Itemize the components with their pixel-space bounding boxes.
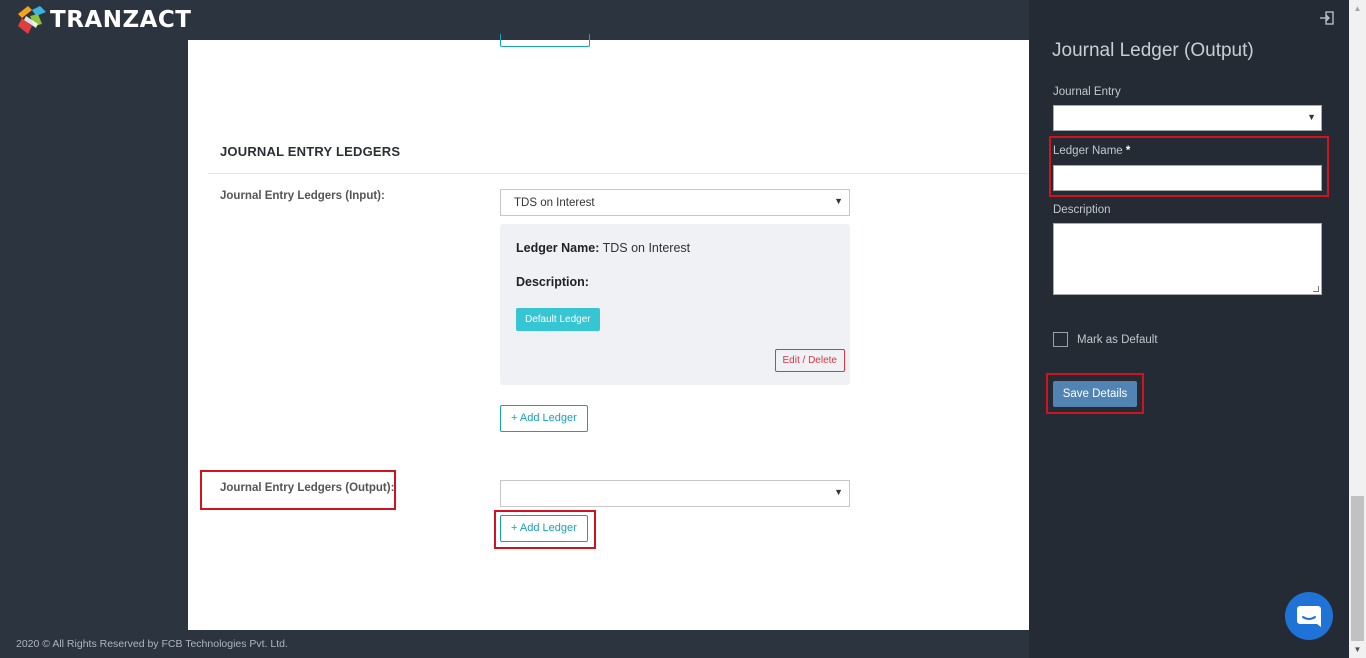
output-ledger-select[interactable]: ▼ bbox=[500, 480, 850, 507]
scrollbar-thumb[interactable] bbox=[1351, 496, 1364, 641]
caret-down-icon: ▼ bbox=[834, 487, 843, 497]
description-line: Description: bbox=[516, 275, 589, 289]
journal-ledger-panel: Journal Ledger (Output) Journal Entry ▼ … bbox=[1029, 0, 1349, 658]
panel-title: Journal Ledger (Output) bbox=[1052, 40, 1254, 61]
caret-down-icon: ▼ bbox=[1307, 112, 1316, 122]
main-content: JOURNAL ENTRY LEDGERS Journal Entry Ledg… bbox=[188, 34, 1029, 630]
description-field-label: Description bbox=[1053, 204, 1111, 216]
edit-delete-button[interactable]: Edit / Delete bbox=[774, 349, 845, 372]
caret-down-icon: ▼ bbox=[834, 196, 843, 206]
section-divider bbox=[208, 173, 1029, 174]
mark-as-default-checkbox[interactable] bbox=[1053, 332, 1068, 347]
input-ledgers-label: Journal Entry Ledgers (Input): bbox=[220, 190, 385, 202]
highlight-add-ledger bbox=[494, 510, 596, 549]
scroll-up-icon[interactable]: ▲ bbox=[1349, 0, 1366, 17]
section-title: JOURNAL ENTRY LEDGERS bbox=[220, 144, 401, 159]
brand-logo[interactable]: TRANZACT bbox=[16, 4, 192, 36]
page-scrollbar[interactable]: ▲ ▼ bbox=[1349, 0, 1366, 658]
ledger-name-line: Ledger Name: TDS on Interest bbox=[516, 241, 690, 255]
input-ledger-select[interactable]: TDS on Interest ▼ bbox=[500, 189, 850, 216]
ledger-name-value: TDS on Interest bbox=[602, 241, 691, 255]
add-input-ledger-button[interactable]: + Add Ledger bbox=[500, 405, 588, 432]
ledger-name-label: Ledger Name: bbox=[516, 241, 600, 255]
tranzact-logo-icon bbox=[16, 4, 48, 36]
highlight-save-details bbox=[1046, 373, 1144, 414]
brand-name: TRANZACT bbox=[50, 7, 192, 33]
journal-entry-label: Journal Entry bbox=[1053, 86, 1121, 98]
footer-copyright: 2020 © All Rights Reserved by FCB Techno… bbox=[16, 638, 288, 650]
sign-out-icon[interactable] bbox=[1319, 10, 1335, 30]
highlight-output-label bbox=[200, 470, 396, 510]
resize-grip-icon[interactable] bbox=[1313, 286, 1319, 292]
mark-as-default-label: Mark as Default bbox=[1077, 334, 1158, 346]
highlight-ledger-name bbox=[1049, 136, 1329, 197]
footer: 2020 © All Rights Reserved by FCB Techno… bbox=[0, 630, 1029, 658]
journal-entry-select[interactable]: ▼ bbox=[1053, 105, 1322, 131]
input-ledger-selected-value: TDS on Interest bbox=[514, 197, 595, 209]
description-textarea[interactable] bbox=[1053, 223, 1322, 295]
partial-button-above[interactable] bbox=[500, 34, 590, 47]
scroll-down-icon[interactable]: ▼ bbox=[1349, 641, 1366, 658]
chat-bubble-icon[interactable] bbox=[1285, 592, 1333, 640]
default-ledger-badge: Default Ledger bbox=[516, 308, 600, 331]
description-label: Description: bbox=[516, 275, 589, 289]
ledger-card: Ledger Name: TDS on Interest Description… bbox=[500, 224, 850, 385]
